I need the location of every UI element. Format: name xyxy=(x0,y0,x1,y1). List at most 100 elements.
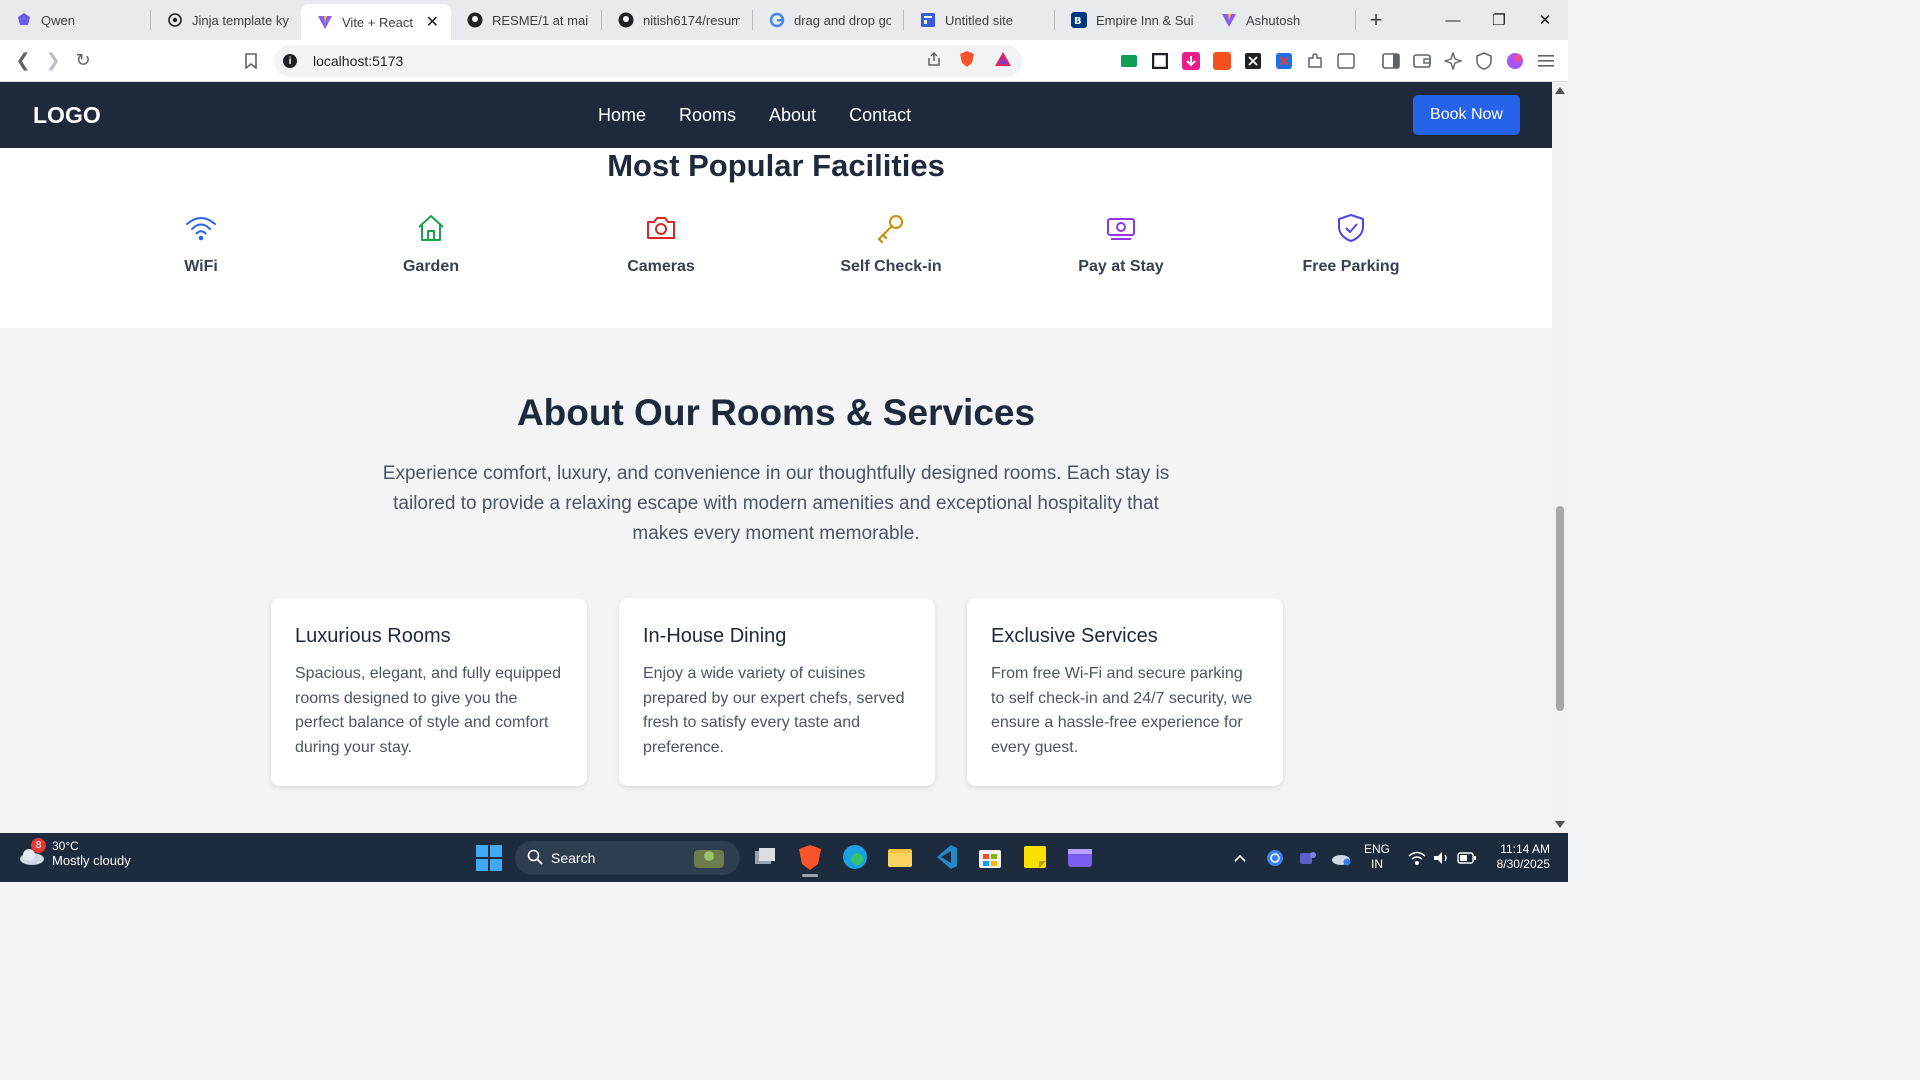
language-code: ENG xyxy=(1364,842,1391,856)
facility-label: Self Check-in xyxy=(840,258,942,275)
search-icon xyxy=(527,849,543,868)
leo-ai-icon[interactable] xyxy=(1442,50,1464,72)
facility-wifi: WiFi xyxy=(101,212,301,276)
facility-free-parking: Free Parking xyxy=(1251,212,1451,276)
scrollbar-thumb[interactable] xyxy=(1556,506,1564,711)
weather-widget[interactable]: 8 30°C Mostly cloudy xyxy=(18,837,131,868)
browser-menu-icon[interactable] xyxy=(1535,50,1557,72)
tray-app-icon[interactable] xyxy=(1266,833,1284,882)
tab-jinja[interactable]: Jinja template kya xyxy=(151,0,301,40)
extension-translate-icon[interactable] xyxy=(1211,50,1233,72)
google-icon xyxy=(769,12,785,28)
tab-ashutosh[interactable]: Ashutosh xyxy=(1205,0,1355,40)
card-text: Spacious, elegant, and fully equipped ro… xyxy=(295,665,561,756)
close-tab-icon[interactable]: ✕ xyxy=(426,12,439,32)
wallet-icon[interactable] xyxy=(1411,50,1433,72)
facility-label: Cameras xyxy=(627,258,695,275)
tab-title: nitish6174/resume xyxy=(643,12,740,28)
edge-browser-icon[interactable] xyxy=(841,843,869,871)
scroll-up-icon[interactable] xyxy=(1555,87,1565,94)
page-scrollbar[interactable] xyxy=(1552,82,1568,833)
extensions-bar xyxy=(1118,50,1557,72)
tab-untitled-site[interactable]: Untitled site xyxy=(904,0,1054,40)
extension-square-icon[interactable] xyxy=(1149,50,1171,72)
extension-mail-icon[interactable] xyxy=(1118,50,1140,72)
service-card: Luxurious Rooms Spacious, elegant, and f… xyxy=(271,598,587,786)
extension-x-icon[interactable] xyxy=(1242,50,1264,72)
brave-browser-icon[interactable] xyxy=(796,843,824,877)
weather-desc: Mostly cloudy xyxy=(52,853,131,868)
onedrive-icon[interactable] xyxy=(1330,833,1352,882)
wifi-status-icon[interactable] xyxy=(1408,833,1426,882)
tab-separator xyxy=(1355,10,1356,30)
nav-link-contact[interactable]: Contact xyxy=(849,105,911,126)
reader-mode-icon[interactable] xyxy=(1335,50,1357,72)
back-icon[interactable]: ❮ xyxy=(8,46,38,76)
bookmark-icon[interactable] xyxy=(236,46,266,76)
tab-title: Jinja template kya xyxy=(192,12,289,28)
file-explorer-icon[interactable] xyxy=(886,843,914,871)
task-view-icon[interactable] xyxy=(751,843,779,871)
extension-download-icon[interactable] xyxy=(1180,50,1202,72)
reload-icon[interactable]: ↻ xyxy=(68,46,98,76)
vpn-icon[interactable] xyxy=(1473,50,1495,72)
volume-icon[interactable] xyxy=(1432,833,1450,882)
sidebar-toggle-icon[interactable] xyxy=(1380,50,1402,72)
nav-link-home[interactable]: Home xyxy=(598,105,646,126)
tab-resme[interactable]: RESME/1 at main · xyxy=(451,0,601,40)
teams-icon[interactable] xyxy=(1298,833,1316,882)
sticky-notes-icon[interactable] xyxy=(1021,843,1049,871)
svg-text:B: B xyxy=(1074,16,1082,27)
taskbar-search[interactable]: Search xyxy=(515,841,740,875)
wifi-icon xyxy=(185,212,217,244)
brave-shields-icon[interactable] xyxy=(958,50,976,73)
microsoft-store-icon[interactable] xyxy=(976,843,1004,871)
restore-icon[interactable]: ❐ xyxy=(1476,0,1522,40)
brave-rewards-icon[interactable] xyxy=(994,51,1012,72)
extension-shield-icon[interactable] xyxy=(1273,50,1295,72)
facilities-title: Most Popular Facilities xyxy=(607,148,945,183)
nav-link-about[interactable]: About xyxy=(769,105,816,126)
nav-link-rooms[interactable]: Rooms xyxy=(679,105,736,126)
profile-avatar-icon[interactable] xyxy=(1504,50,1526,72)
browser-toolbar: ❮ ❯ ↻ i localhost:5173 xyxy=(0,40,1568,82)
service-card: In-House Dining Enjoy a wide variety of … xyxy=(619,598,935,786)
minimize-icon[interactable]: — xyxy=(1430,0,1476,40)
tab-google-search[interactable]: drag and drop goo xyxy=(753,0,903,40)
close-window-icon[interactable]: ✕ xyxy=(1522,0,1568,40)
facilities-section: Most Popular Facilities WiFi Garden Came… xyxy=(0,148,1552,328)
site-builder-icon xyxy=(920,12,936,28)
forward-icon[interactable]: ❯ xyxy=(38,46,68,76)
tab-title: Qwen xyxy=(41,12,75,28)
site-logo[interactable]: LOGO xyxy=(33,102,101,129)
url-text[interactable]: localhost:5173 xyxy=(313,53,403,69)
windows-start-icon[interactable] xyxy=(476,845,502,871)
tab-qwen[interactable]: Qwen xyxy=(0,0,150,40)
show-hidden-icons[interactable] xyxy=(1232,833,1248,882)
tab-title: Ashutosh xyxy=(1246,12,1301,28)
battery-icon[interactable] xyxy=(1457,833,1477,882)
camera-icon xyxy=(645,212,677,244)
address-bar[interactable]: i localhost:5173 xyxy=(274,45,1022,77)
home-icon xyxy=(415,212,447,244)
qwen-icon xyxy=(16,12,32,28)
card-title: In-House Dining xyxy=(643,625,787,647)
new-tab-button[interactable]: + xyxy=(1358,7,1394,33)
card-text: From free Wi-Fi and secure parking to se… xyxy=(991,665,1253,756)
extensions-puzzle-icon[interactable] xyxy=(1304,50,1326,72)
tab-nitish-resume[interactable]: nitish6174/resume xyxy=(602,0,752,40)
service-card: Exclusive Services From free Wi-Fi and s… xyxy=(967,598,1283,786)
scroll-down-icon[interactable] xyxy=(1555,821,1565,828)
about-title: About Our Rooms & Services xyxy=(516,392,1036,433)
share-icon[interactable] xyxy=(926,51,942,72)
system-clock[interactable]: 11:14 AM 8/30/2025 xyxy=(1488,842,1550,872)
windows-taskbar: 8 30°C Mostly cloudy Search ENG IN 11:14… xyxy=(0,833,1568,882)
tab-empire-inn[interactable]: B Empire Inn & Suite xyxy=(1055,0,1205,40)
input-language[interactable]: ENG IN xyxy=(1364,842,1390,872)
book-now-button[interactable]: Book Now xyxy=(1413,95,1520,135)
vscode-icon[interactable] xyxy=(931,843,959,871)
tab-vite-react[interactable]: Vite + React ✕ xyxy=(301,4,451,40)
site-info-icon[interactable]: i xyxy=(283,54,297,68)
clipchamp-icon[interactable] xyxy=(1066,843,1094,871)
site-navbar: LOGO Home Rooms About Contact Book Now xyxy=(0,82,1552,148)
